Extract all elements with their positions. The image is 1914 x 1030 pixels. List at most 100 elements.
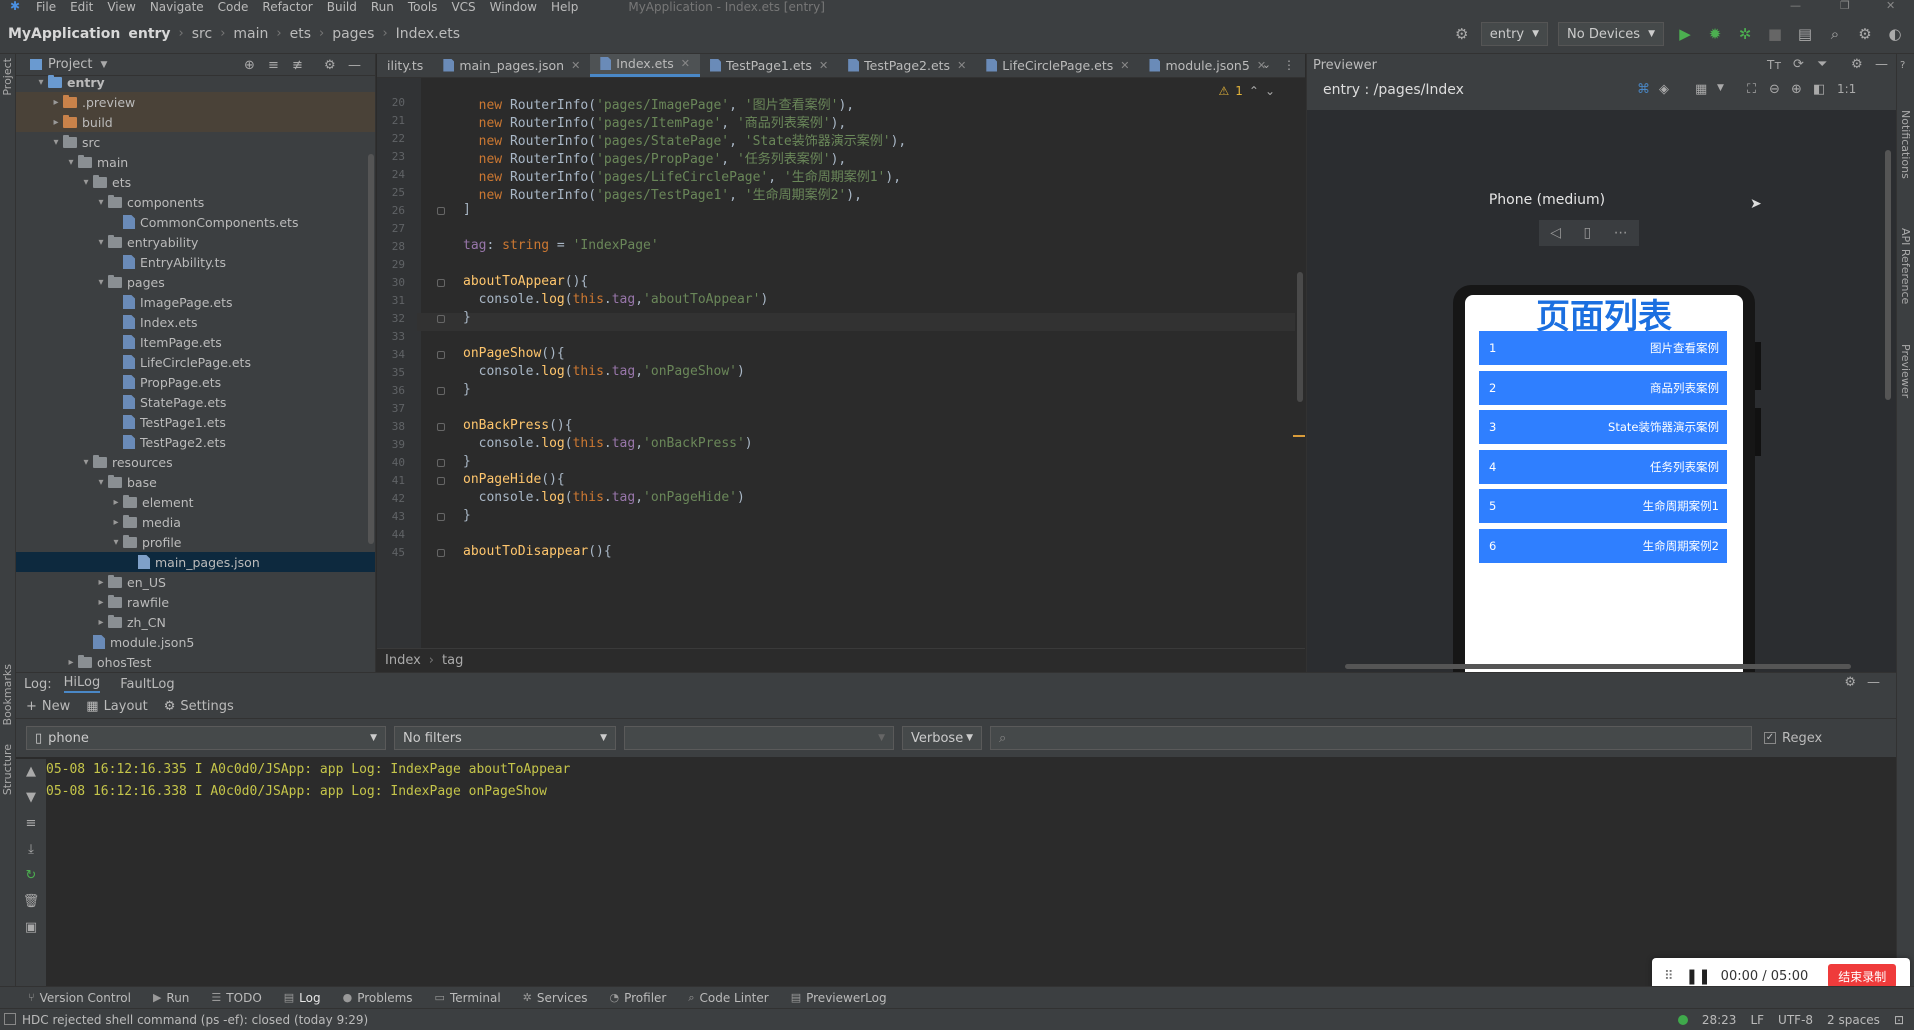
log-settings-button[interactable]: ⚙ Settings bbox=[164, 699, 234, 714]
account-icon[interactable]: ◐ bbox=[1884, 23, 1906, 45]
tree-item[interactable]: ▾ pages bbox=[16, 272, 375, 292]
code-line[interactable]: new RouterInfo('pages/ItemPage', '商品列表案例… bbox=[463, 112, 847, 131]
code-line[interactable]: console.log(this.tag,'onBackPress') bbox=[463, 436, 753, 451]
menu-code[interactable]: Code bbox=[218, 1, 249, 13]
tab-entryability[interactable]: ility.ts bbox=[377, 54, 433, 77]
menu-file[interactable]: File bbox=[36, 1, 56, 13]
close-tab-icon[interactable]: ✕ bbox=[819, 59, 828, 72]
menu-vcs[interactable]: VCS bbox=[451, 1, 475, 13]
chevron-right-icon[interactable]: ▸ bbox=[64, 657, 78, 668]
code-line[interactable]: } bbox=[463, 382, 471, 397]
chevron-down-icon[interactable]: ▾ bbox=[94, 197, 108, 208]
fit-screen-icon[interactable]: ⛶ bbox=[1747, 82, 1756, 97]
settings-gear-icon[interactable]: ⚙ bbox=[1844, 675, 1856, 690]
close-tab-icon[interactable]: ✕ bbox=[681, 57, 690, 70]
process-filter-dropdown[interactable]: No filters ▼ bbox=[394, 726, 616, 750]
tool-code-linter[interactable]: ⌕ Code Linter bbox=[688, 991, 768, 1005]
tree-item[interactable]: ▾ entryability bbox=[16, 232, 375, 252]
tree-item[interactable]: EntryAbility.ts bbox=[16, 252, 375, 272]
panel-toggle-icon[interactable] bbox=[4, 1013, 16, 1025]
hide-panel-icon[interactable]: — bbox=[1867, 675, 1880, 690]
fold-marker-icon[interactable] bbox=[437, 549, 445, 557]
more-horizontal-icon[interactable]: ⋯ bbox=[1614, 225, 1628, 241]
status-message[interactable]: HDC rejected shell command (ps -ef): clo… bbox=[22, 1013, 368, 1027]
tree-item[interactable]: ▸ .preview bbox=[16, 92, 375, 112]
fold-marker-icon[interactable] bbox=[437, 279, 445, 287]
faq-icon[interactable]: ? bbox=[1900, 60, 1905, 71]
device-filter-dropdown[interactable]: ▯ phone ▼ bbox=[26, 726, 386, 750]
minimize-icon[interactable]: — bbox=[1790, 0, 1801, 12]
hide-panel-icon[interactable]: — bbox=[348, 58, 361, 73]
drag-handle-icon[interactable]: ⠿ bbox=[1664, 969, 1674, 984]
caret-position[interactable]: 28:23 bbox=[1702, 1013, 1737, 1027]
scroll-to-end-icon[interactable]: ⤓ bbox=[16, 837, 46, 863]
tab-main-pages-json[interactable]: main_pages.json ✕ bbox=[433, 54, 590, 77]
options-gear-icon[interactable]: ⚙ bbox=[324, 58, 336, 73]
code-line[interactable]: ] bbox=[463, 202, 471, 217]
editor-scrollbar[interactable] bbox=[1295, 102, 1305, 672]
tree-item[interactable]: ▸ en_US bbox=[16, 572, 375, 592]
tree-item[interactable]: ▾ base bbox=[16, 472, 375, 492]
chevron-down-icon[interactable]: ▾ bbox=[79, 177, 93, 188]
tool-services[interactable]: ✲ Services bbox=[523, 991, 588, 1005]
chevron-right-icon[interactable]: ▸ bbox=[94, 577, 108, 588]
attach-debugger-icon[interactable]: ✲ bbox=[1734, 23, 1756, 45]
breadcrumb-pages[interactable]: pages bbox=[332, 26, 374, 42]
code-line[interactable]: onPageShow(){ bbox=[463, 346, 565, 361]
chevron-down-icon[interactable]: ▾ bbox=[94, 477, 108, 488]
tree-item[interactable]: ▸ build bbox=[16, 112, 375, 132]
breadcrumb-project[interactable]: MyApplication bbox=[8, 26, 120, 42]
chevron-down-icon[interactable]: ▼ bbox=[1717, 83, 1724, 93]
log-level-dropdown[interactable]: Verbose ▼ bbox=[902, 726, 982, 750]
code-line[interactable]: } bbox=[463, 454, 471, 469]
arrow-up-icon[interactable]: ▲ bbox=[16, 759, 46, 785]
fold-marker-icon[interactable] bbox=[437, 207, 445, 215]
tab-module-json5[interactable]: module.json5 ✕ bbox=[1139, 54, 1276, 77]
previewer-tool-button[interactable]: Previewer bbox=[1899, 344, 1912, 398]
back-triangle-icon[interactable]: ◁ bbox=[1550, 225, 1561, 241]
tree-item[interactable]: main_pages.json bbox=[16, 552, 375, 572]
page-list-item[interactable]: 4 任务列表案例 bbox=[1479, 449, 1727, 484]
tree-item[interactable]: TestPage1.ets bbox=[16, 412, 375, 432]
tree-item[interactable]: ▾ src bbox=[16, 132, 375, 152]
tool-version-control[interactable]: ⑂ Version Control bbox=[28, 991, 131, 1005]
fold-marker-icon[interactable] bbox=[437, 423, 445, 431]
maximize-icon[interactable]: ❐ bbox=[1840, 0, 1850, 12]
debug-icon[interactable]: ✹ bbox=[1704, 23, 1726, 45]
close-tab-icon[interactable]: ✕ bbox=[571, 59, 580, 72]
fold-marker-icon[interactable] bbox=[437, 315, 445, 323]
breadcrumb-src[interactable]: src bbox=[192, 26, 212, 42]
code-line[interactable]: } bbox=[463, 508, 471, 523]
hide-panel-icon[interactable]: — bbox=[1875, 57, 1888, 72]
page-list-item[interactable]: 6 生命周期案例2 bbox=[1479, 528, 1727, 563]
expand-all-icon[interactable]: ≡ bbox=[268, 58, 279, 73]
fold-marker-icon[interactable] bbox=[437, 351, 445, 359]
page-list-item[interactable]: 1 图片查看案例 bbox=[1479, 331, 1727, 365]
code-line[interactable]: onPageHide(){ bbox=[463, 472, 565, 487]
tree-item[interactable]: Index.ets bbox=[16, 312, 375, 332]
menu-help[interactable]: Help bbox=[551, 1, 578, 13]
text-size-icon[interactable]: Tт bbox=[1767, 58, 1781, 72]
tab-index-ets[interactable]: Index.ets ✕ bbox=[590, 54, 701, 77]
arrow-down-icon[interactable]: ▼ bbox=[16, 785, 46, 811]
tree-item[interactable]: StatePage.ets bbox=[16, 392, 375, 412]
menu-tools[interactable]: Tools bbox=[408, 1, 438, 13]
log-search-input[interactable]: ⌕ bbox=[990, 726, 1752, 750]
rotate-device-icon[interactable]: ▯ bbox=[1584, 225, 1592, 241]
code-line[interactable]: console.log(this.tag,'aboutToAppear') bbox=[463, 292, 769, 307]
layers-icon[interactable]: ◈ bbox=[1659, 82, 1669, 97]
code-line[interactable]: new RouterInfo('pages/ImagePage', '图片查看案… bbox=[463, 94, 854, 113]
chevron-right-icon[interactable]: ▸ bbox=[49, 97, 63, 108]
tree-item[interactable]: LifeCirclePage.ets bbox=[16, 352, 375, 372]
new-button[interactable]: + New bbox=[26, 699, 70, 714]
chevron-down-icon[interactable]: ▾ bbox=[94, 237, 108, 248]
run-icon[interactable]: ▶ bbox=[1674, 23, 1696, 45]
warning-marker[interactable] bbox=[1293, 435, 1305, 437]
fold-marker-icon[interactable] bbox=[437, 513, 445, 521]
fold-marker-icon[interactable] bbox=[437, 477, 445, 485]
soft-wrap-icon[interactable]: ≡ bbox=[16, 811, 46, 837]
breadcrumb-main[interactable]: main bbox=[233, 26, 268, 42]
tree-item[interactable]: ▾ components bbox=[16, 192, 375, 212]
tree-item[interactable]: TestPage2.ets bbox=[16, 432, 375, 452]
chevron-right-icon[interactable]: ▸ bbox=[49, 117, 63, 128]
